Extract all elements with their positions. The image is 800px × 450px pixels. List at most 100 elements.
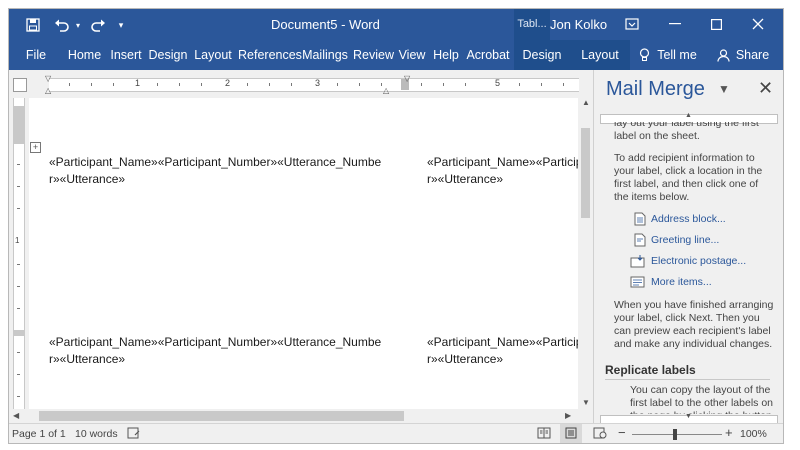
- web-layout-icon[interactable]: [593, 427, 607, 442]
- pane-scroll-up-arrow-icon[interactable]: ▲: [685, 112, 692, 119]
- user-name[interactable]: Jon Kolko: [550, 17, 607, 32]
- scroll-up-arrow-icon[interactable]: ▲: [582, 98, 590, 107]
- zoom-in-icon[interactable]: +: [725, 425, 733, 440]
- pane-options-chevron-icon[interactable]: ▼: [718, 82, 730, 96]
- electronic-postage-label: Electronic postage...: [651, 255, 747, 267]
- pane-scroll-down-arrow-icon[interactable]: ▼: [685, 413, 692, 420]
- vertical-ruler[interactable]: 1: [9, 98, 29, 409]
- postage-icon: [630, 255, 645, 268]
- mail-merge-pane: Mail Merge ▼ ✕ ▲ lay out your label usin…: [593, 70, 783, 425]
- customize-toolbar-icon[interactable]: ▾: [115, 15, 127, 35]
- zoom-level[interactable]: 100%: [740, 428, 767, 440]
- ribbon-tabs: File Home Insert Design Layout Reference…: [9, 40, 783, 70]
- share-button[interactable]: Share: [716, 40, 770, 70]
- zoom-out-icon[interactable]: −: [618, 425, 626, 440]
- ribbon-display-options-icon[interactable]: [619, 12, 645, 36]
- tab-layout[interactable]: Layout: [193, 40, 233, 70]
- pane-title: Mail Merge: [606, 78, 705, 100]
- page-count[interactable]: Page 1 of 1: [12, 428, 66, 440]
- horizontal-scroll-thumb[interactable]: [39, 411, 404, 421]
- zoom-slider-track[interactable]: [632, 434, 722, 435]
- pane-body: lay out your label using the first label…: [594, 122, 783, 414]
- undo-icon[interactable]: [51, 15, 73, 35]
- minimize-icon[interactable]: [662, 12, 688, 36]
- horizontal-ruler[interactable]: 1 2 3 5 ▽ △ △ ▽: [9, 70, 593, 98]
- replicate-labels-heading: Replicate labels: [605, 363, 696, 377]
- tab-design[interactable]: Design: [148, 40, 188, 70]
- greeting-line-label: Greeting line...: [651, 234, 720, 246]
- tab-references[interactable]: References: [238, 40, 302, 70]
- print-layout-icon[interactable]: [560, 424, 582, 443]
- label-cell[interactable]: «Participant_Name»«Participant_Number»«U…: [427, 334, 578, 368]
- tab-home[interactable]: Home: [66, 40, 103, 70]
- hanging-indent-icon[interactable]: △: [45, 86, 51, 95]
- greeting-line-link[interactable]: Greeting line...: [634, 232, 719, 248]
- redo-icon[interactable]: [87, 15, 109, 35]
- word-count[interactable]: 10 words: [75, 428, 118, 440]
- vertical-scrollbar[interactable]: ▲ ▼: [578, 98, 593, 409]
- label-cell[interactable]: «Participant_Name»«Participant_Number»«U…: [49, 334, 394, 368]
- document-icon: [634, 212, 646, 226]
- more-items-icon: [630, 276, 645, 288]
- label-cell[interactable]: «Participant_Name»«Participant_Number»«U…: [49, 154, 394, 188]
- ruler-number: 3: [315, 78, 321, 88]
- tab-review[interactable]: Review: [353, 40, 394, 70]
- read-mode-icon[interactable]: [537, 427, 551, 442]
- vertical-ruler-number: 1: [15, 236, 20, 245]
- label-cell[interactable]: «Participant_Name»«Participant_Number»«U…: [427, 154, 578, 188]
- zoom-slider-thumb[interactable]: [673, 429, 677, 440]
- lightbulb-icon: [640, 48, 650, 61]
- undo-dropdown-icon[interactable]: ▾: [73, 15, 83, 35]
- pane-intro-text: lay out your label using the first label…: [614, 122, 759, 142]
- tab-table-design[interactable]: Design: [520, 40, 564, 70]
- document-title: Document5 - Word: [271, 17, 380, 32]
- address-block-label: Address block...: [651, 213, 726, 225]
- tab-help[interactable]: Help: [431, 40, 461, 70]
- close-window-icon[interactable]: [745, 12, 771, 36]
- pane-instructions: To add recipient information to your lab…: [614, 152, 763, 203]
- proofing-icon[interactable]: [127, 427, 141, 442]
- address-block-link[interactable]: Address block...: [634, 211, 726, 227]
- person-icon: [717, 48, 730, 62]
- ruler-number: 5: [495, 78, 501, 88]
- ruler-number: 2: [225, 78, 231, 88]
- ruler-strip: 1 2 3 5: [49, 78, 579, 92]
- scroll-right-arrow-icon[interactable]: ▶: [565, 411, 571, 420]
- table-tools-label: Tabl...: [514, 9, 550, 40]
- save-icon[interactable]: [23, 15, 43, 35]
- tab-acrobat[interactable]: Acrobat: [465, 40, 511, 70]
- table-move-handle-icon[interactable]: +: [30, 142, 41, 153]
- replicate-labels-text: You can copy the layout of the first lab…: [630, 384, 774, 414]
- right-indent-icon[interactable]: △: [383, 86, 389, 95]
- more-items-label: More items...: [651, 276, 712, 288]
- tab-selector-icon[interactable]: [13, 78, 27, 92]
- greeting-document-icon: [634, 233, 646, 247]
- horizontal-scrollbar[interactable]: ◀ ▶: [9, 409, 593, 423]
- top-margin-marker[interactable]: [14, 106, 24, 144]
- ruler-number: 1: [135, 78, 141, 88]
- word-window: ▾ ▾ Document5 - Word Tabl... Jon Kolko F…: [9, 9, 783, 443]
- scroll-left-arrow-icon[interactable]: ◀: [13, 411, 19, 420]
- maximize-icon[interactable]: [703, 12, 729, 36]
- status-bar: Page 1 of 1 10 words − + 100%: [9, 423, 783, 443]
- pane-close-icon[interactable]: ✕: [758, 78, 773, 99]
- first-line-indent-icon[interactable]: ▽: [45, 74, 51, 83]
- electronic-postage-link[interactable]: Electronic postage...: [630, 253, 746, 269]
- tell-me-search[interactable]: Tell me: [637, 40, 699, 70]
- document-page[interactable]: + «Participant_Name»«Participant_Number»…: [29, 98, 578, 409]
- tab-view[interactable]: View: [397, 40, 427, 70]
- tab-table-layout[interactable]: Layout: [577, 40, 623, 70]
- pane-finish-text: When you have finished arranging your la…: [614, 299, 774, 350]
- share-label: Share: [735, 48, 770, 62]
- vertical-scroll-thumb[interactable]: [581, 128, 590, 218]
- vertical-ruler-strip: 1: [13, 98, 25, 409]
- tab-insert[interactable]: Insert: [109, 40, 143, 70]
- tab-file[interactable]: File: [19, 40, 53, 70]
- more-items-link[interactable]: More items...: [630, 274, 712, 290]
- indent-marker-icon[interactable]: ▽: [404, 74, 410, 83]
- scroll-down-arrow-icon[interactable]: ▼: [582, 398, 590, 407]
- row-marker[interactable]: [14, 330, 24, 336]
- tab-mailings[interactable]: Mailings: [301, 40, 349, 70]
- title-bar: ▾ ▾ Document5 - Word Tabl... Jon Kolko: [9, 9, 783, 40]
- pane-divider: [605, 379, 770, 380]
